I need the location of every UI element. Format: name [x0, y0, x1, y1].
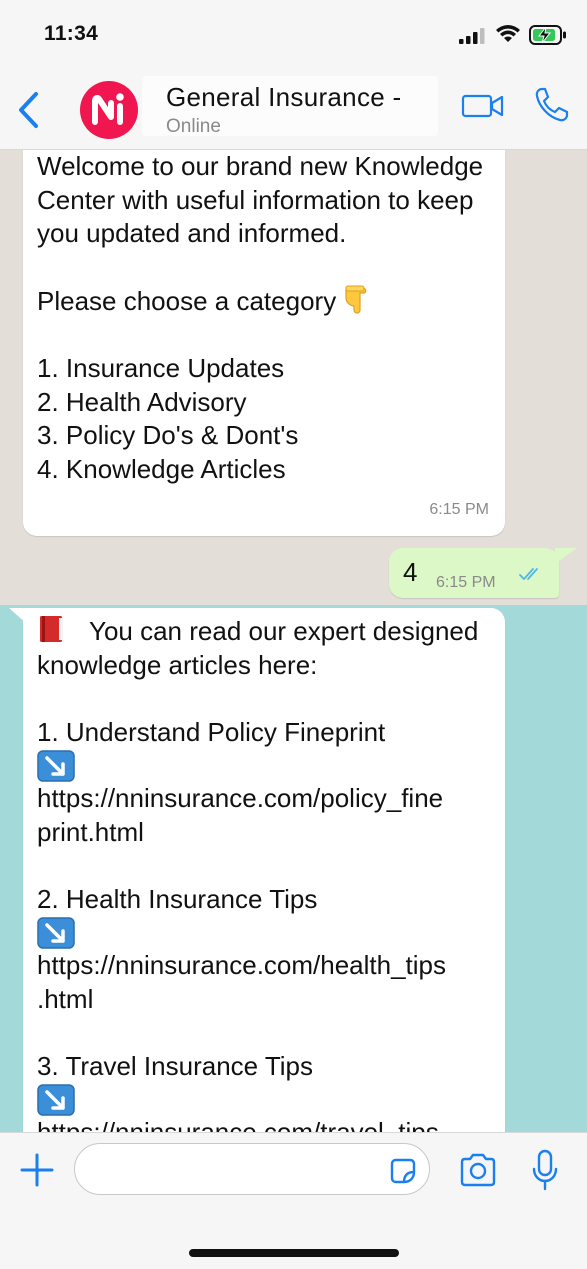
article-url-line: .html	[37, 983, 94, 1014]
plus-icon[interactable]	[18, 1151, 56, 1189]
wifi-icon	[496, 25, 520, 42]
message-prompt: Please choose a category	[37, 286, 337, 316]
bubble-tail	[555, 548, 577, 564]
article-url-line: https://nninsurance.com/travel_tips	[37, 1117, 439, 1132]
article-title: 1. Understand Policy Fineprint	[37, 716, 386, 747]
incoming-message[interactable]: Welcome to our brand new Knowledge Cente…	[23, 150, 505, 536]
article-title: 2. Health Insurance Tips	[37, 883, 318, 914]
chevron-left-icon	[19, 92, 38, 128]
article-url-line: https://nninsurance.com/health_tips	[37, 950, 447, 980]
pointing-down-icon	[345, 285, 367, 314]
message-text: Welcome to our brand new Knowledge Cente…	[37, 150, 497, 486]
message-composer	[0, 1132, 587, 1269]
down-right-arrow-icon	[37, 1084, 75, 1116]
video-call-icon[interactable]	[461, 90, 505, 122]
chat-area[interactable]: Welcome to our brand new Knowledge Cente…	[0, 150, 587, 1132]
contact-avatar[interactable]	[80, 81, 138, 139]
down-right-arrow-icon	[37, 750, 75, 782]
contact-name: General Insurance -	[166, 82, 402, 112]
article-link[interactable]: https://nninsurance.com/travel_tips	[37, 1117, 439, 1132]
outgoing-message[interactable]: 4 6:15 PM	[389, 548, 559, 598]
sticker-icon[interactable]	[387, 1155, 419, 1187]
message-text: 4	[403, 557, 418, 587]
option-2: 2. Health Advisory	[37, 386, 247, 417]
phone-call-icon[interactable]	[533, 86, 569, 124]
option-3: 3. Policy Do's & Dont's	[37, 420, 299, 450]
home-indicator	[189, 1249, 399, 1257]
article-title: 3. Travel Insurance Tips	[37, 1050, 314, 1081]
status-bar: 11:34	[0, 0, 587, 70]
article-url-line: https://nninsurance.com/policy_fine	[37, 783, 444, 813]
message-time: 6:15 PM	[429, 500, 489, 518]
microphone-icon[interactable]	[531, 1149, 559, 1191]
article-url-line: print.html	[37, 816, 144, 847]
option-4: 4. Knowledge Articles	[37, 453, 286, 484]
red-book-icon	[40, 616, 63, 642]
article-link[interactable]: https://nninsurance.com/health_tips .htm…	[37, 950, 446, 1014]
battery-charging-icon	[529, 25, 566, 45]
read-receipt-icon	[519, 568, 538, 580]
option-1: 1. Insurance Updates	[37, 353, 285, 383]
status-time: 11:34	[44, 22, 99, 45]
message-time: 6:15 PM	[436, 574, 496, 591]
message-intro: Welcome to our brand new Knowledge Cente…	[37, 151, 491, 248]
contact-status: Online	[166, 116, 221, 137]
down-right-arrow-icon	[37, 917, 75, 949]
cellular-signal-icon	[459, 28, 485, 44]
article-link[interactable]: https://nninsurance.com/policy_fine prin…	[37, 783, 443, 847]
message-intro: You can read our expert designed knowled…	[37, 616, 486, 680]
contact-info[interactable]: General Insurance - Online	[142, 76, 438, 137]
message-input[interactable]	[74, 1143, 430, 1195]
brand-logo-icon	[92, 93, 124, 125]
camera-icon[interactable]	[458, 1151, 498, 1189]
incoming-message[interactable]: You can read our expert designed knowled…	[23, 608, 505, 1132]
back-button[interactable]	[10, 88, 46, 132]
chat-header: General Insurance - Online	[0, 70, 587, 150]
message-text: You can read our expert designed knowled…	[37, 614, 499, 1132]
